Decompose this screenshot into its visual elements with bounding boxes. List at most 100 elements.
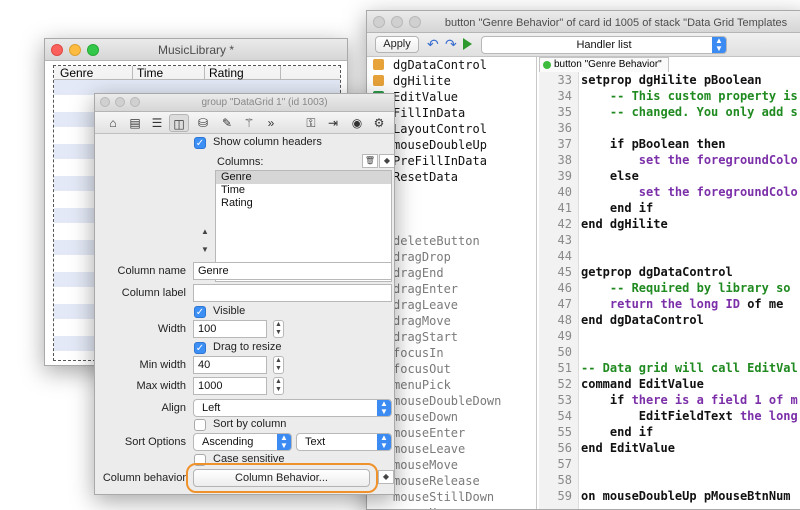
code-line[interactable]: end if <box>581 200 800 216</box>
code-line[interactable] <box>581 344 800 360</box>
code-line[interactable]: end dgHilite <box>581 216 800 232</box>
tab-genre-behavior[interactable]: button "Genre Behavior" <box>539 57 669 72</box>
column-label-field[interactable] <box>193 284 392 302</box>
handler-name: mouseDown <box>393 410 459 424</box>
code-line[interactable]: -- Required by library so <box>581 280 800 296</box>
code-line[interactable]: return the long ID of me <box>581 296 800 312</box>
line-number: 34 <box>557 89 572 103</box>
close-button[interactable] <box>51 44 63 56</box>
line-number: 35 <box>557 105 572 119</box>
gear-icon[interactable]: ⚙ <box>369 114 389 132</box>
code-line[interactable]: EditFieldText the long <box>581 408 800 424</box>
code-line[interactable] <box>581 120 800 136</box>
drag-resize-checkbox[interactable]: ✓ <box>194 342 206 354</box>
redo-icon[interactable]: ↷ <box>445 36 457 53</box>
zoom-button[interactable] <box>130 97 140 107</box>
add-icon[interactable]: ◆ <box>379 154 394 168</box>
code-editor[interactable]: setprop dgHilite pBoolean -- This custom… <box>581 72 800 509</box>
code-line[interactable]: -- changed. You only add s <box>581 104 800 120</box>
sort-options-label: Sort Options <box>124 436 186 448</box>
handler-name: mouseDoubleUp <box>393 138 487 152</box>
code-line[interactable]: -- This custom property is <box>581 88 800 104</box>
handler-item[interactable]: dgHilite <box>367 73 536 89</box>
sort-order-dropdown[interactable]: Ascending ▲ ▼ <box>193 433 292 451</box>
line-number: 52 <box>557 377 572 391</box>
minimize-button[interactable] <box>115 97 125 107</box>
grid-column-rating[interactable]: Rating <box>204 66 244 80</box>
width-field[interactable]: 100 <box>193 320 267 338</box>
minimize-button[interactable] <box>69 44 81 56</box>
wand-icon[interactable]: ⚚ <box>239 114 259 132</box>
code-line[interactable]: if there is a field 1 of m <box>581 392 800 408</box>
code-token: -- changed. You only add s <box>581 105 798 119</box>
database-icon[interactable]: ⛁ <box>193 114 213 132</box>
code-line[interactable]: end dgDataControl <box>581 312 800 328</box>
min-width-stepper[interactable]: ▲ ▼ <box>273 356 284 374</box>
width-stepper[interactable]: ▲ ▼ <box>273 320 284 338</box>
handler-name: dragMove <box>393 314 451 328</box>
line-number: 49 <box>557 329 572 343</box>
max-width-field[interactable]: 1000 <box>193 377 267 395</box>
code-line[interactable]: set the foregroundColo <box>581 184 800 200</box>
code-token: EditFieldText <box>581 409 740 423</box>
house-icon[interactable]: ⌂ <box>103 114 123 132</box>
max-width-stepper[interactable]: ▲ ▼ <box>273 377 284 395</box>
zoom-button[interactable] <box>87 44 99 56</box>
minimize-button[interactable] <box>391 16 403 28</box>
code-line[interactable]: command EditValue <box>581 376 800 392</box>
move-down-icon[interactable]: ▼ <box>197 244 213 258</box>
card-icon[interactable]: ▤ <box>125 114 145 132</box>
move-up-icon[interactable]: ▲ <box>197 226 213 240</box>
editor-titlebar[interactable]: button "Genre Behavior" of card id 1005 … <box>367 11 800 33</box>
code-line[interactable]: on mouseDoubleUp pMouseBtnNum <box>581 488 800 504</box>
show-headers-checkbox[interactable]: ✓ <box>194 137 206 149</box>
grid-column-time[interactable]: Time <box>132 66 163 80</box>
lock-icon[interactable]: ⚿ <box>301 114 321 132</box>
behavior-options-icon[interactable]: ◆ <box>378 470 394 484</box>
code-line[interactable] <box>581 456 800 472</box>
line-number: 44 <box>557 249 572 263</box>
code-line[interactable]: setprop dgHilite pBoolean <box>581 72 800 88</box>
code-line[interactable]: else <box>581 168 800 184</box>
column-list-item[interactable]: Genre <box>216 171 391 184</box>
sort-type-dropdown[interactable]: Text ▲ ▼ <box>296 433 392 451</box>
column-list-item[interactable]: Rating <box>216 197 391 210</box>
visible-checkbox[interactable]: ✓ <box>194 306 206 318</box>
music-titlebar[interactable]: MusicLibrary * <box>45 39 347 61</box>
columns-icon[interactable]: ◫ <box>169 114 189 132</box>
column-list-item[interactable]: Time <box>216 184 391 197</box>
grid-column-genre[interactable]: Genre <box>60 66 93 80</box>
code-line[interactable]: end if <box>581 424 800 440</box>
min-width-field[interactable]: 40 <box>193 356 267 374</box>
apply-button[interactable]: Apply <box>375 36 419 53</box>
align-dropdown[interactable]: Left ▲ ▼ <box>193 399 392 417</box>
code-line[interactable] <box>581 232 800 248</box>
line-number: 36 <box>557 121 572 135</box>
zoom-button[interactable] <box>409 16 421 28</box>
code-line[interactable]: end EditValue <box>581 440 800 456</box>
close-button[interactable] <box>100 97 110 107</box>
code-line[interactable] <box>581 472 800 488</box>
code-line[interactable]: if pBoolean then <box>581 136 800 152</box>
code-line[interactable]: set the foregroundColo <box>581 152 800 168</box>
trash-icon[interactable]: 🗑 <box>362 154 378 168</box>
code-line[interactable]: -- Data grid will call EditVal <box>581 360 800 376</box>
code-line[interactable] <box>581 328 800 344</box>
sort-by-column-checkbox[interactable] <box>194 419 206 431</box>
column-name-field[interactable]: Genre <box>193 262 392 280</box>
run-icon[interactable] <box>463 38 472 50</box>
chevrons-icon[interactable]: » <box>261 114 281 132</box>
undo-icon[interactable]: ↶ <box>427 36 439 53</box>
code-line[interactable] <box>581 248 800 264</box>
inspector-titlebar[interactable]: group "DataGrid 1" (id 1003) <box>95 94 394 112</box>
pencil-icon[interactable]: ✎ <box>217 114 237 132</box>
close-button[interactable] <box>373 16 385 28</box>
handler-list-dropdown[interactable]: Handler list ▲ ▼ <box>481 36 727 54</box>
target-icon[interactable]: ◉ <box>347 114 367 132</box>
exit-icon[interactable]: ⇥ <box>323 114 343 132</box>
code-token: return <box>581 297 661 311</box>
code-line[interactable]: getprop dgDataControl <box>581 264 800 280</box>
list-icon[interactable]: ☰ <box>147 114 167 132</box>
column-behavior-button[interactable]: Column Behavior... <box>193 469 370 487</box>
handler-item[interactable]: dgDataControl <box>367 57 536 73</box>
